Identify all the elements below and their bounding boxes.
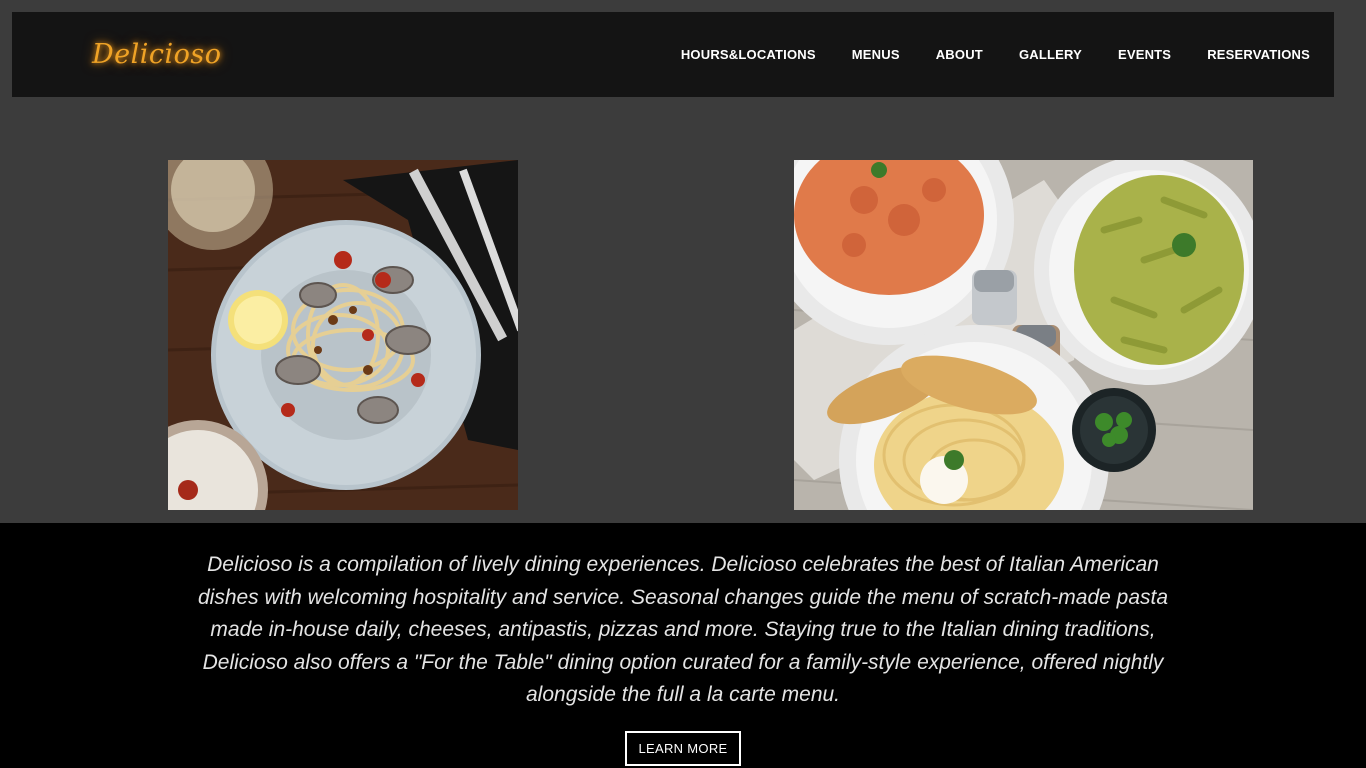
about-section: Delicioso is a compilation of lively din…: [0, 523, 1366, 768]
learn-more-button[interactable]: LEARN MORE: [625, 731, 741, 766]
logo[interactable]: Delicioso: [92, 39, 222, 70]
nav-item-hours-locations[interactable]: HOURS&LOCATIONS: [681, 47, 816, 62]
food-photo-pasta-spread: [794, 160, 1253, 510]
about-description: Delicioso is a compilation of lively din…: [197, 553, 1169, 706]
main-nav: HOURS&LOCATIONS MENUS ABOUT GALLERY EVEN…: [681, 47, 1310, 62]
nav-item-about[interactable]: ABOUT: [936, 47, 983, 62]
nav-item-menus[interactable]: MENUS: [852, 47, 900, 62]
pasta-spread-image: [794, 160, 1253, 510]
nav-item-events[interactable]: EVENTS: [1118, 47, 1171, 62]
nav-item-reservations[interactable]: RESERVATIONS: [1207, 47, 1310, 62]
site-header: Delicioso HOURS&LOCATIONS MENUS ABOUT GA…: [12, 12, 1334, 97]
spaghetti-clams-image: [168, 160, 518, 510]
page: Delicioso HOURS&LOCATIONS MENUS ABOUT GA…: [0, 0, 1366, 768]
food-photo-spaghetti-clams: [168, 160, 518, 510]
nav-item-gallery[interactable]: GALLERY: [1019, 47, 1082, 62]
